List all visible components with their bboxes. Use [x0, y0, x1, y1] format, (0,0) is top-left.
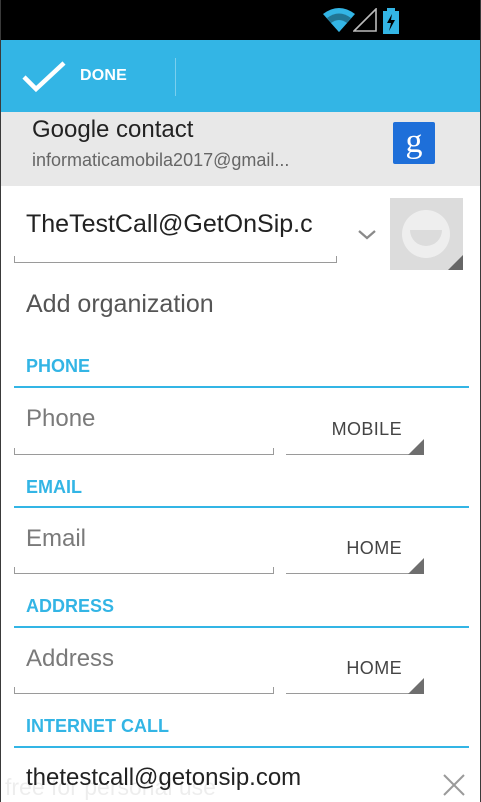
add-organization-button[interactable]: Add organization — [26, 290, 214, 319]
email-type-underline — [286, 573, 424, 574]
email-input-underline — [14, 567, 274, 574]
name-field-underline — [14, 256, 337, 263]
email-section-divider — [14, 506, 469, 508]
phone-input[interactable]: Phone — [26, 405, 95, 433]
action-divider — [175, 58, 176, 96]
address-type-underline — [286, 693, 424, 694]
battery-icon — [383, 8, 399, 34]
phone-type-spinner[interactable]: MOBILE — [286, 415, 424, 455]
close-icon[interactable] — [441, 772, 467, 798]
address-input[interactable]: Address — [26, 645, 114, 673]
wifi-icon — [323, 8, 355, 32]
google-account-icon: g — [393, 122, 435, 164]
contact-photo[interactable] — [390, 198, 463, 270]
address-input-underline — [14, 687, 274, 694]
email-section-header: EMAIL — [26, 477, 82, 497]
address-type-spinner[interactable]: HOME — [286, 654, 424, 694]
phone-input-underline — [14, 448, 274, 455]
email-type-label: HOME — [346, 538, 402, 558]
cell-signal-icon — [353, 8, 377, 32]
action-bar: DONE — [1, 40, 480, 112]
account-type: Google contact — [32, 116, 194, 143]
account-email: informaticamobila2017@gmail... — [32, 150, 290, 170]
google-logo-letter: g — [405, 123, 423, 160]
status-bar — [1, 0, 480, 40]
checkmark-icon — [22, 61, 66, 93]
phone-section-divider — [14, 386, 469, 388]
spinner-corner-icon — [408, 558, 424, 574]
address-section-divider — [14, 626, 469, 628]
sip-address-input[interactable]: thetestcall@getonsip.com — [26, 764, 301, 792]
default-avatar-icon — [390, 198, 463, 270]
email-type-spinner[interactable]: HOME — [286, 534, 424, 574]
address-type-label: HOME — [346, 658, 402, 678]
account-header: Google contact informaticamobila2017@gma… — [1, 112, 480, 186]
spinner-corner-icon — [408, 678, 424, 694]
done-button[interactable]: DONE — [1, 40, 175, 112]
phone-type-underline — [286, 454, 424, 455]
spinner-corner-icon — [408, 439, 424, 455]
email-input[interactable]: Email — [26, 525, 86, 553]
phone-type-label: MOBILE — [331, 419, 402, 439]
phone-section-header: PHONE — [26, 356, 91, 376]
contact-editor-screen: DONE Google contact informaticamobila201… — [0, 0, 481, 802]
internet-call-section-header: INTERNET CALL — [26, 716, 169, 736]
internet-call-section-divider — [14, 746, 469, 748]
name-field[interactable]: TheTestCall@GetOnSip.c — [26, 210, 338, 239]
chevron-down-icon[interactable] — [353, 222, 381, 246]
address-section-header: ADDRESS — [26, 596, 115, 616]
done-label: DONE — [80, 67, 128, 84]
